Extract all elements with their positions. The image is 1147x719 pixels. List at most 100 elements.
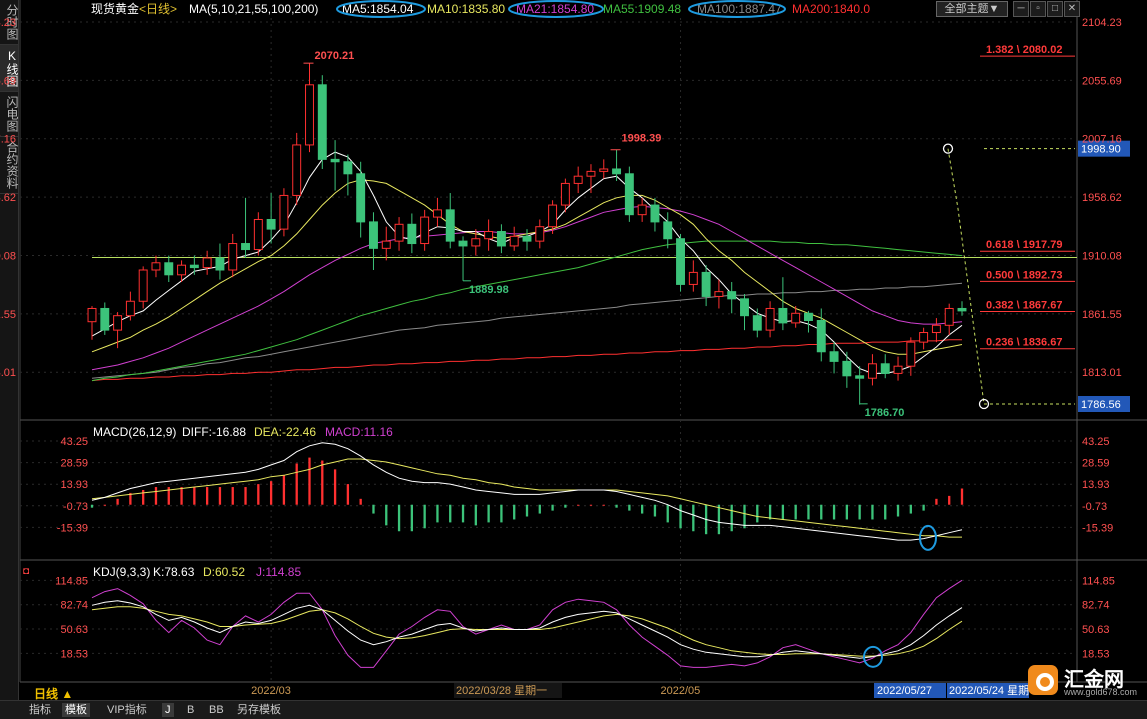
candle-body [535, 226, 545, 242]
tab-save-template[interactable]: 另存模板 [234, 703, 284, 717]
chart-canvas[interactable]: 1.382 \ 2080.02 0.618 \ 1917.79 0.500 \ 18… [0, 0, 1147, 700]
theme-dropdown-button[interactable]: 全部主题▼ [936, 1, 1008, 17]
tab-bb[interactable]: BB [206, 703, 227, 717]
macd-histogram-bar [960, 488, 964, 505]
candle-body [637, 204, 647, 216]
candle-body [740, 298, 749, 317]
macd-histogram-bar [756, 504, 759, 523]
candle-body [164, 262, 174, 276]
candle-body [138, 269, 148, 302]
maximize-icon[interactable]: □ [1047, 1, 1063, 17]
macd-histogram-bar [832, 504, 836, 520]
macd-histogram-bar [103, 504, 106, 506]
candle-body [432, 209, 442, 218]
chart-header: 现货黄金 <日线> MA(5,10,21,55,100,200) MA5:185… [91, 0, 870, 18]
macd-histogram-bar [487, 504, 490, 523]
candle-body [381, 240, 391, 249]
candle-body [612, 168, 622, 175]
price-tick-right: 1910.08 [1082, 250, 1122, 262]
candle-body [343, 161, 353, 175]
fib-level-label: 0.382 \ 1867.67 [986, 299, 1062, 311]
kdj-marker-icon: ◘ [23, 566, 29, 577]
price-tag-bottom: 1786.56 [1081, 399, 1121, 411]
macd-histogram-bar [538, 504, 541, 514]
candle-body [241, 243, 250, 251]
swing-low-label: 1889.98 [469, 284, 509, 296]
macd-histogram-bar [948, 495, 951, 505]
macd-histogram-bar [679, 504, 682, 529]
macd-histogram-bar [922, 504, 925, 511]
macd-histogram-bar [577, 504, 580, 506]
high-price-label: 2070.21 [315, 50, 355, 62]
tab-templates[interactable]: 模板 [62, 703, 90, 717]
logo-icon [1028, 665, 1058, 695]
macd-dea-label: DEA:-22.46 [254, 425, 316, 439]
candle-body [919, 332, 929, 343]
ma200-value: MA200:1840.0 [792, 2, 870, 16]
candle-body [701, 271, 711, 297]
candle-body [688, 271, 698, 285]
macd-tick-right: 28.59 [1082, 458, 1110, 470]
candle-body [944, 307, 954, 326]
candle-body [189, 264, 199, 269]
candle-body [279, 194, 289, 230]
macd-histogram-bar [116, 498, 119, 505]
period-tag: <日线> [139, 2, 177, 16]
kdj-title: KDJ(9,3,3) [93, 565, 150, 579]
macd-value-label: MACD:11.16 [325, 425, 393, 439]
candle-body [676, 238, 685, 285]
fib-level-label: 0.236 \ 1836.67 [986, 337, 1062, 349]
close-icon[interactable]: ✕ [1064, 1, 1080, 17]
candle-body [548, 204, 558, 228]
low-price-label: 1786.70 [865, 407, 905, 419]
macd-histogram-bar [397, 504, 401, 532]
macd-histogram-bar [295, 463, 298, 505]
macd-histogram-bar [142, 489, 145, 505]
tab-indicators[interactable]: 指标 [26, 703, 54, 717]
macd-histogram-bar [653, 504, 657, 517]
candle-body [586, 170, 596, 177]
macd-tick-left: 13.93 [60, 479, 88, 491]
macd-histogram-bar [205, 487, 209, 505]
tab-b[interactable]: B [184, 703, 197, 717]
macd-histogram-bar [551, 504, 554, 511]
macd-histogram-bar [359, 498, 362, 505]
macd-histogram-bar [244, 487, 247, 505]
candle-body [906, 341, 916, 367]
instrument-name: 现货黄金 [91, 1, 139, 16]
candle-body [177, 264, 187, 276]
macd-histogram-bar [154, 487, 158, 505]
ma5-value: MA5:1854.04 [342, 2, 414, 16]
macd-histogram-bar [794, 504, 797, 520]
macd-tick-right: 13.93 [1082, 479, 1110, 491]
macd-histogram-bar [410, 504, 414, 532]
restore-icon[interactable]: ▫ [1030, 1, 1046, 17]
candle-body [445, 209, 455, 242]
macd-histogram-bar [845, 504, 849, 520]
candle-body [266, 218, 276, 230]
price-tick-right: 1813.01 [1082, 367, 1122, 379]
tab-j[interactable]: J [162, 703, 174, 717]
macd-histogram-bar [461, 504, 465, 523]
macd-histogram-bar [666, 504, 669, 523]
macd-histogram-bar [321, 460, 324, 505]
minimize-icon[interactable]: ─ [1013, 1, 1029, 17]
macd-tick-right: 43.25 [1082, 436, 1110, 448]
macd-histogram-bar [269, 481, 273, 505]
candle-body [714, 291, 724, 297]
candle-body [369, 221, 378, 249]
kdj-tick-right: 18.53 [1082, 648, 1110, 660]
macd-histogram-bar [781, 504, 785, 520]
macd-histogram-bar [423, 504, 426, 529]
price-tick-left: 1813.01 [0, 367, 16, 379]
candle-body [573, 175, 583, 184]
macd-tick-left: 28.59 [60, 458, 88, 470]
tab-vip-indicators[interactable]: VIP指标 [104, 703, 150, 717]
macd-histogram-bar [333, 469, 337, 505]
candle-body [778, 307, 788, 324]
candle-body [804, 312, 813, 321]
candle-body [292, 144, 302, 196]
macd-histogram-bar [858, 504, 861, 520]
bottom-toolbar: 指标 模板 VIP指标 J B BB 另存模板 [0, 700, 1147, 719]
candle-body [791, 312, 801, 324]
